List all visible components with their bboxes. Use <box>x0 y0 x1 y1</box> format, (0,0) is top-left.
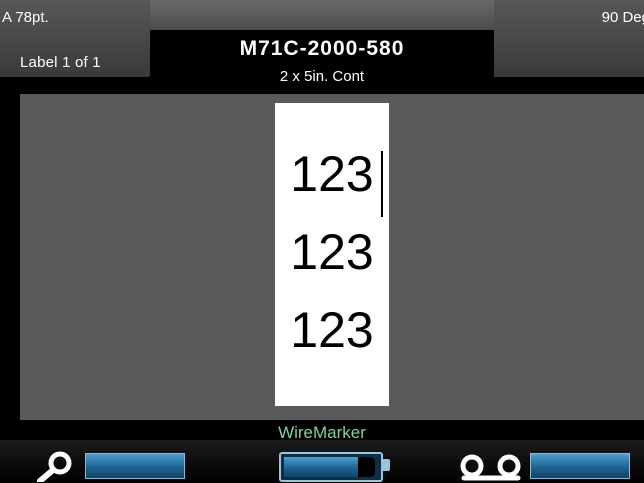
font-size-indicator: A 78pt. <box>2 9 49 26</box>
label-size: 2 x 5in. Cont <box>279 68 365 85</box>
part-number-title: M71C-2000-580 <box>239 37 405 60</box>
label-line-1[interactable]: 123 <box>275 149 389 199</box>
right-meter <box>530 453 630 479</box>
label-preview[interactable]: 123 123 123 <box>275 103 389 406</box>
magnifier-icon <box>37 451 72 482</box>
tape-reel-icon <box>460 454 521 481</box>
label-line-2[interactable]: 123 <box>275 227 389 277</box>
rotation-indicator: 90 Deg <box>601 9 644 26</box>
battery-empty-part <box>358 457 375 477</box>
text-cursor <box>381 151 383 217</box>
battery-icon <box>279 452 383 482</box>
battery-level-fill <box>284 457 360 477</box>
battery-tip <box>383 459 390 471</box>
left-meter <box>85 453 185 479</box>
label-line-3[interactable]: 123 <box>275 305 389 355</box>
